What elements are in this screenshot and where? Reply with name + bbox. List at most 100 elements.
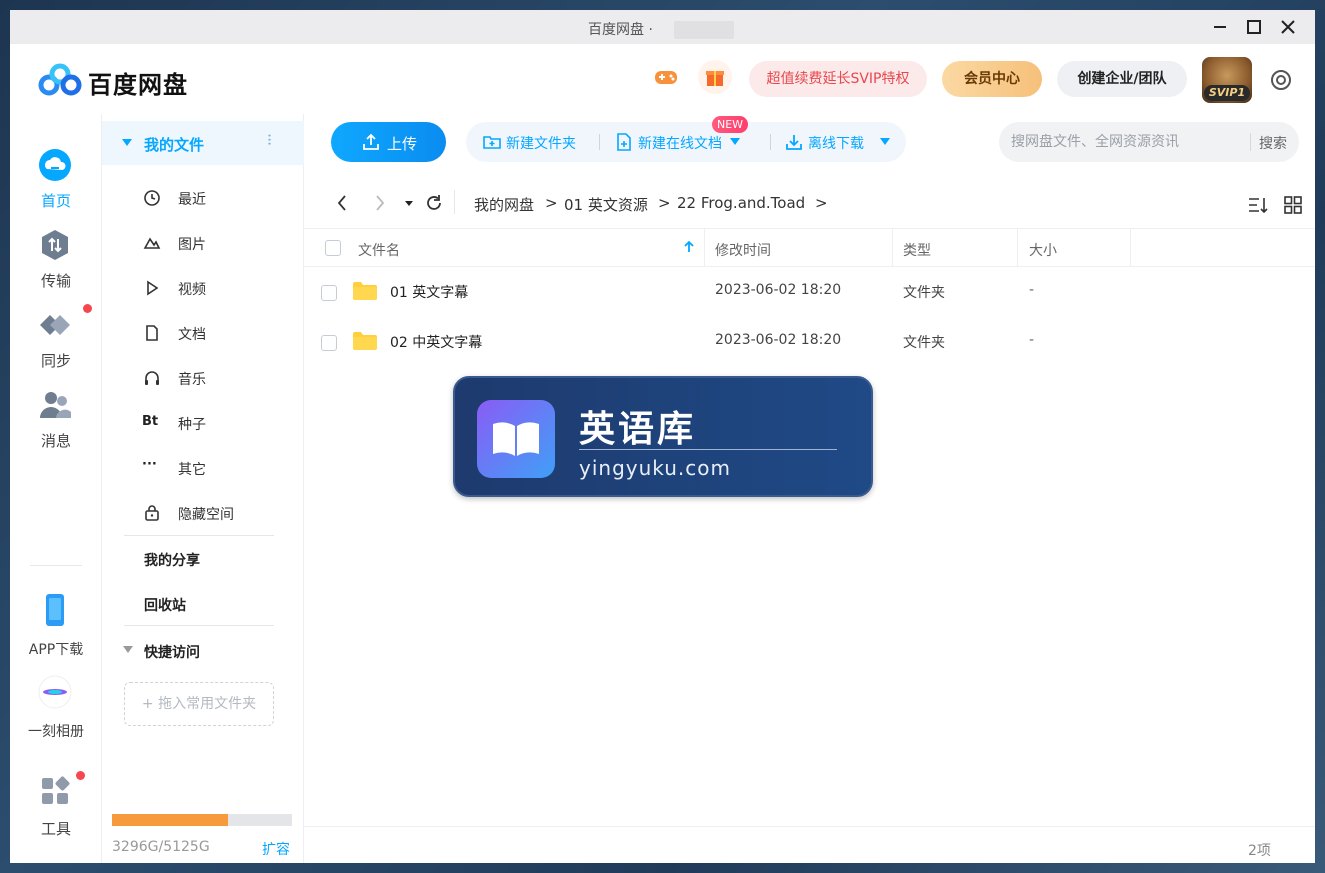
- sidebar-item-videos[interactable]: 视频: [102, 268, 304, 308]
- collapse-triangle-icon[interactable]: [123, 646, 133, 653]
- file-modified: 2023-06-02 18:20: [715, 332, 842, 348]
- more-vertical-icon[interactable]: ···: [260, 133, 279, 145]
- rail-item-messages[interactable]: 消息: [10, 388, 102, 458]
- sidebar-label-other: 其它: [178, 462, 206, 478]
- watermark-url: yingyuku.com: [579, 456, 731, 480]
- file-name[interactable]: 01 英文字幕: [390, 282, 468, 302]
- avatar[interactable]: SVIP1: [1202, 57, 1252, 103]
- file-name[interactable]: 02 中英文字幕: [390, 332, 482, 352]
- breadcrumb-divider: [454, 190, 455, 214]
- sidebar: 我的文件 ··· 最近 图片 视频 文档 音乐 Bt 种子 ··· 其它 隐藏空…: [102, 114, 304, 863]
- download-icon: [786, 135, 802, 150]
- vip-center-button[interactable]: 会员中心: [942, 61, 1042, 97]
- new-online-doc-label: 新建在线文档: [638, 136, 722, 152]
- search-button[interactable]: 搜索: [1259, 133, 1287, 153]
- dropdown-caret-icon[interactable]: [880, 138, 890, 145]
- folder-icon: [353, 282, 377, 300]
- svip-renew-button[interactable]: 超值续费延长SVIP特权: [749, 61, 927, 97]
- search-input[interactable]: [1011, 132, 1241, 152]
- forward-arrow-icon[interactable]: [368, 192, 390, 214]
- sidebar-label-images: 图片: [178, 237, 206, 253]
- grid-view-icon[interactable]: [1282, 194, 1304, 216]
- quick-access-drop-zone[interactable]: + 拖入常用文件夹: [124, 682, 274, 726]
- rail-label-transfer: 传输: [40, 272, 71, 290]
- sidebar-my-share[interactable]: 我的分享: [144, 550, 200, 570]
- breadcrumb-separator: >: [658, 194, 671, 212]
- tools-grid-icon: [42, 776, 70, 804]
- row-checkbox[interactable]: [321, 335, 337, 351]
- breadcrumb-separator: >: [545, 194, 558, 212]
- username-blur: [674, 21, 734, 39]
- sidebar-label-music: 音乐: [178, 372, 206, 388]
- title-bar: 百度网盘 ·: [10, 10, 1315, 44]
- column-header-modified[interactable]: 修改时间: [715, 240, 771, 260]
- new-folder-button[interactable]: 新建文件夹: [482, 122, 588, 162]
- sidebar-quick-access[interactable]: 快捷访问: [102, 634, 304, 664]
- upload-label: 上传: [387, 135, 418, 153]
- window-title: 百度网盘 ·: [588, 22, 653, 38]
- sidebar-recycle-bin[interactable]: 回收站: [144, 595, 186, 615]
- breadcrumb-item[interactable]: 01 英文资源: [564, 194, 648, 215]
- rail-item-home[interactable]: 首页: [10, 148, 102, 218]
- game-icon[interactable]: [649, 60, 683, 94]
- close-button[interactable]: [1274, 15, 1302, 39]
- back-arrow-icon[interactable]: [332, 192, 354, 214]
- rail-label-messages: 消息: [40, 432, 71, 450]
- sidebar-item-hidden-space[interactable]: 隐藏空间: [102, 493, 304, 533]
- history-dropdown-icon[interactable]: [398, 192, 420, 214]
- sort-ascending-icon[interactable]: [682, 240, 696, 254]
- status-footer: 2项: [304, 826, 1315, 863]
- column-header-type[interactable]: 类型: [903, 240, 931, 260]
- app-header: 百度网盘 超值续费延长SVIP特权 会员中心 创建企业/团队 SVIP1: [10, 44, 1315, 114]
- column-header-size[interactable]: 大小: [1029, 240, 1057, 260]
- breadcrumb-item[interactable]: 22 Frog.and.Toad: [677, 194, 805, 212]
- minimize-button[interactable]: [1206, 15, 1234, 39]
- rail-item-app-download[interactable]: APP下载: [10, 593, 102, 658]
- row-checkbox[interactable]: [321, 285, 337, 301]
- sidebar-label-hidden-space: 隐藏空间: [178, 507, 234, 523]
- sidebar-my-files[interactable]: 我的文件 ···: [102, 121, 304, 165]
- refresh-icon[interactable]: [423, 192, 445, 214]
- logo-icon: [38, 63, 82, 96]
- table-row[interactable]: 02 中英文字幕 2023-06-02 18:20 文件夹 -: [304, 317, 1315, 367]
- sidebar-divider: [124, 625, 274, 626]
- select-all-checkbox[interactable]: [325, 240, 341, 256]
- baidu-netdisk-logo[interactable]: 百度网盘: [38, 61, 208, 101]
- folder-icon: [353, 332, 377, 350]
- search-divider: [1250, 133, 1251, 151]
- sync-icon: [40, 315, 70, 335]
- rail-item-transfer[interactable]: 传输: [10, 228, 102, 298]
- upload-button[interactable]: 上传: [331, 122, 446, 162]
- settings-gear-icon[interactable]: [1269, 68, 1293, 92]
- sidebar-item-documents[interactable]: 文档: [102, 313, 304, 353]
- sidebar-item-recent[interactable]: 最近: [102, 178, 304, 218]
- rail-item-yike-album[interactable]: 一刻相册: [10, 675, 102, 740]
- collapse-triangle-icon[interactable]: [122, 139, 132, 146]
- offline-download-button[interactable]: 离线下载: [784, 122, 894, 162]
- rail-label-home: 首页: [40, 192, 71, 210]
- sidebar-item-other[interactable]: ··· 其它: [102, 448, 304, 488]
- sidebar-item-music[interactable]: 音乐: [102, 358, 304, 398]
- rail-item-sync[interactable]: 同步: [10, 304, 102, 378]
- column-header-name[interactable]: 文件名: [358, 240, 400, 260]
- offline-download-label: 离线下载: [808, 136, 864, 152]
- sidebar-item-images[interactable]: 图片: [102, 223, 304, 263]
- create-team-button[interactable]: 创建企业/团队: [1057, 61, 1187, 97]
- maximize-button[interactable]: [1240, 15, 1268, 39]
- expand-storage-link[interactable]: 扩容: [262, 839, 290, 859]
- cloud-icon: [39, 149, 71, 181]
- sidebar-item-torrents[interactable]: Bt 种子: [102, 403, 304, 443]
- my-files-label: 我的文件: [144, 136, 205, 154]
- tools-notification-dot: [76, 771, 85, 780]
- file-type: 文件夹: [903, 285, 945, 301]
- table-row[interactable]: 01 英文字幕 2023-06-02 18:20 文件夹 -: [304, 267, 1315, 317]
- sort-icon[interactable]: [1247, 194, 1269, 216]
- search-box: 搜索: [999, 122, 1299, 162]
- phone-icon: [46, 594, 64, 626]
- rail-item-tools[interactable]: 工具: [10, 771, 102, 838]
- breadcrumb-item[interactable]: 我的网盘: [474, 194, 534, 215]
- gift-icon[interactable]: [698, 60, 732, 94]
- action-toolbar: 新建文件夹 新建在线文档 NEW 离线下载: [466, 116, 906, 162]
- item-count: 2项: [1248, 843, 1271, 859]
- dropdown-caret-icon[interactable]: [730, 138, 740, 145]
